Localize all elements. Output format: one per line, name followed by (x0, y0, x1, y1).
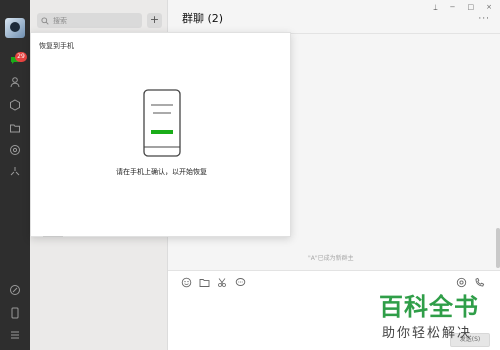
minimize-icon[interactable]: − (450, 3, 456, 12)
popup-message: 请在手机上确认，以开始恢复 (116, 168, 207, 176)
emoji-icon[interactable] (181, 277, 192, 288)
window-controls: ⍊ − □ × (433, 3, 492, 12)
chat-title: 群聊 (2) (182, 12, 224, 25)
folder-icon[interactable] (199, 277, 210, 288)
menu-icon[interactable] (7, 327, 23, 343)
screenshot-icon[interactable] (217, 277, 228, 288)
watermark-subtitle: 助你轻松解决 (382, 326, 473, 341)
phone-icon[interactable] (7, 305, 23, 321)
system-message: "A"已成为新群主 (308, 255, 354, 262)
pin-icon[interactable]: ⍊ (433, 3, 437, 12)
restore-popup: 恢复到手机 请在手机上确认，以开始恢复 (30, 32, 291, 237)
unread-badge: 29 (15, 52, 27, 62)
search-input[interactable]: 搜索 (37, 13, 142, 28)
add-button[interactable]: + (147, 13, 162, 28)
favorites-icon[interactable] (7, 97, 23, 113)
close-icon[interactable]: × (486, 3, 492, 12)
search-icon (41, 16, 49, 25)
phone-illustration-icon (143, 89, 181, 157)
watermark-logo: 百科全书 助你轻松解决 (372, 287, 492, 347)
chat-history-icon[interactable] (235, 277, 246, 288)
list-item-divider (43, 236, 63, 237)
moments-icon[interactable] (7, 142, 23, 158)
more-options-button[interactable]: ··· (478, 14, 490, 24)
app-sidebar: 29 (0, 0, 30, 350)
link-icon[interactable] (7, 282, 23, 298)
user-avatar[interactable] (5, 18, 25, 38)
miniprogram-icon[interactable] (7, 164, 23, 180)
popup-title: 恢复到手机 (39, 42, 74, 50)
message-scrollbar[interactable] (496, 228, 500, 268)
contacts-icon[interactable] (7, 74, 23, 90)
watermark-title: 百科全书 (379, 293, 479, 321)
search-placeholder: 搜索 (53, 16, 67, 25)
maximize-icon[interactable]: □ (468, 3, 475, 12)
files-icon[interactable] (7, 120, 23, 136)
